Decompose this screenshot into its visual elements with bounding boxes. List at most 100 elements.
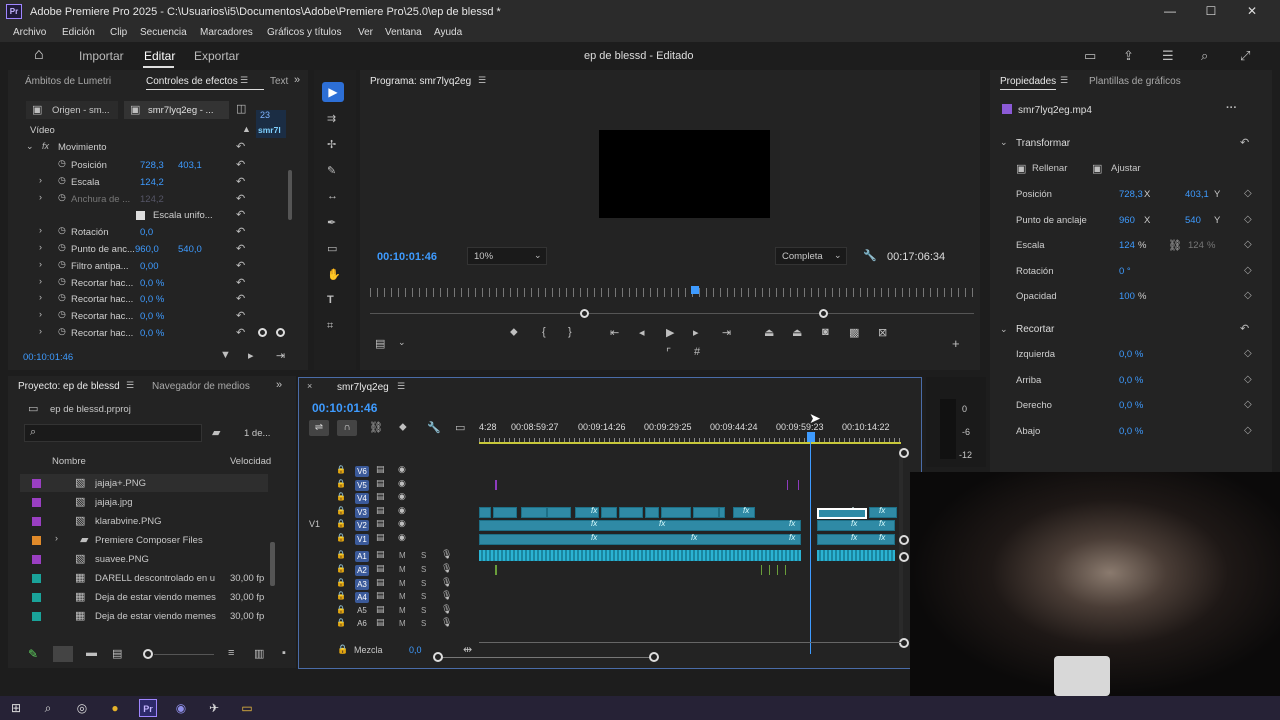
reset-icon[interactable]: ↶ xyxy=(236,140,245,153)
insert-nest-icon[interactable]: ⇌ xyxy=(309,420,329,436)
import-tab[interactable]: Importar xyxy=(79,49,124,63)
track-lock-icon[interactable]: 🔒 xyxy=(336,578,346,587)
premiere-icon[interactable]: Pr xyxy=(139,699,157,717)
effect-param-value-2[interactable]: 403,1 xyxy=(178,160,202,171)
track-lock-icon[interactable]: 🔒 xyxy=(336,519,346,528)
fill-icon[interactable]: ▣ xyxy=(1016,162,1026,175)
play-only-icon[interactable]: ▸ xyxy=(248,349,254,362)
sync-lock-icon[interactable]: ▤ xyxy=(376,505,385,516)
menu-clip[interactable]: Clip xyxy=(110,27,127,38)
stopwatch-icon[interactable]: ◷ xyxy=(58,192,66,203)
copilot-icon[interactable]: ◎ xyxy=(73,699,91,717)
fullscreen-icon[interactable]: ⤢ xyxy=(1240,48,1250,64)
crop-value[interactable]: 0,0 % xyxy=(1119,426,1143,437)
video-clip[interactable] xyxy=(479,534,801,545)
safe-margins-icon[interactable]: ⌜ xyxy=(666,346,671,359)
reset-icon[interactable]: ↶ xyxy=(236,292,245,305)
effect-param-value[interactable]: 0,0 % xyxy=(140,278,164,289)
mute-button[interactable]: M xyxy=(399,606,406,615)
settings-icon[interactable]: ▤ xyxy=(375,337,385,350)
stopwatch-icon[interactable]: ◷ xyxy=(58,242,66,253)
scroll-handle-audio[interactable] xyxy=(899,552,909,562)
project-scrollbar[interactable] xyxy=(270,542,275,586)
keyframe-icon[interactable]: ◇ xyxy=(1244,374,1252,385)
property-value-2[interactable]: 540 xyxy=(1185,215,1201,226)
more-tabs-icon[interactable]: » xyxy=(294,74,300,86)
program-zoom-bar[interactable] xyxy=(370,313,974,314)
stopwatch-icon[interactable]: ◷ xyxy=(58,158,66,169)
track-lock-icon[interactable]: 🔒 xyxy=(336,492,346,501)
stopwatch-icon[interactable]: ◷ xyxy=(58,326,66,337)
linked-selection-icon[interactable]: ⛓ xyxy=(369,421,383,434)
close-button[interactable]: ✕ xyxy=(1242,4,1262,20)
effect-param-value[interactable]: 960,0 xyxy=(135,244,159,255)
effect-param-value[interactable]: 124,2 xyxy=(140,194,164,205)
sort-icon[interactable]: ≡ xyxy=(228,647,234,659)
program-timecode[interactable]: 00:10:01:46 xyxy=(377,251,437,263)
file-explorer-icon[interactable]: ▭ xyxy=(238,699,256,717)
keyframe-icon[interactable]: ◇ xyxy=(1244,425,1252,436)
scroll-handle[interactable] xyxy=(258,328,267,337)
property-value-2[interactable]: 403,1 xyxy=(1185,189,1209,200)
tab-graphics-templates[interactable]: Plantillas de gráficos xyxy=(1089,76,1181,87)
mark-out-icon[interactable]: } xyxy=(568,326,572,338)
video-clip[interactable] xyxy=(479,507,491,518)
track-lock-icon[interactable]: 🔒 xyxy=(336,465,346,474)
eye-icon[interactable]: ◉ xyxy=(398,491,406,502)
sync-lock-icon[interactable]: ▤ xyxy=(376,532,385,543)
sync-lock-icon[interactable]: ▤ xyxy=(376,604,385,615)
sync-lock-icon[interactable]: ▤ xyxy=(376,549,385,560)
track-target-v1[interactable]: V1 xyxy=(355,534,369,545)
video-clip[interactable] xyxy=(693,507,719,518)
expand-icon[interactable]: › xyxy=(39,292,42,302)
program-playhead[interactable] xyxy=(691,286,699,294)
reset-icon[interactable]: ↶ xyxy=(236,175,245,188)
property-value[interactable]: 960 xyxy=(1119,215,1135,226)
list-item[interactable]: ▦ Deja de estar viendo memes 30,00 fp xyxy=(20,607,268,625)
scroll-handle[interactable] xyxy=(276,328,285,337)
hand-tool-icon[interactable]: ✋ xyxy=(327,268,341,281)
menu-ventana[interactable]: Ventana xyxy=(385,27,422,38)
discord-icon[interactable]: ◉ xyxy=(172,699,190,717)
more-options-icon[interactable]: ··· xyxy=(1226,102,1237,114)
toggle-timeline-icon[interactable]: ◫ xyxy=(236,102,246,115)
wrench-icon[interactable]: 🔧 xyxy=(863,249,877,262)
uniform-scale-checkbox[interactable] xyxy=(136,211,145,221)
scene-edit-tool-icon[interactable]: ⌗ xyxy=(327,320,333,333)
list-item[interactable]: ▧ jajaja+.PNG xyxy=(20,474,268,492)
microphone-icon[interactable]: 🎙 xyxy=(441,617,452,628)
sync-lock-icon[interactable]: ▤ xyxy=(376,590,385,601)
chrome-icon[interactable]: ● xyxy=(106,699,124,717)
audio-clip[interactable] xyxy=(817,550,895,561)
export-tab[interactable]: Exportar xyxy=(194,49,239,63)
mix-value[interactable]: 0,0 xyxy=(409,645,422,655)
microphone-icon[interactable]: 🎙 xyxy=(441,549,452,560)
solo-button[interactable]: S xyxy=(421,565,426,574)
track-target-v4[interactable]: V4 xyxy=(355,493,369,504)
eye-icon[interactable]: ◉ xyxy=(398,532,406,543)
close-tab-icon[interactable]: × xyxy=(307,381,312,391)
fill-label[interactable]: Rellenar xyxy=(1032,163,1067,174)
proxy-icon[interactable]: ⊠ xyxy=(878,326,887,339)
video-clip[interactable] xyxy=(619,507,643,518)
video-clip[interactable] xyxy=(521,507,547,518)
edit-pencil-icon[interactable]: ✎ xyxy=(28,647,38,661)
track-target-a5[interactable]: A5 xyxy=(355,606,369,615)
track-target-a3[interactable]: A3 xyxy=(355,579,369,590)
effect-param-value[interactable]: 0,0 xyxy=(140,227,153,238)
track-lock-icon[interactable]: 🔒 xyxy=(336,591,346,600)
track-target-a2[interactable]: A2 xyxy=(355,565,369,576)
microphone-icon[interactable]: 🎙 xyxy=(441,577,452,588)
list-item[interactable]: ▧ jajaja.jpg xyxy=(20,493,268,511)
automate-icon[interactable]: ▥ xyxy=(254,647,264,660)
reset-icon[interactable]: ↶ xyxy=(236,158,245,171)
column-rate[interactable]: Velocidad xyxy=(230,456,271,467)
scroll-handle-top[interactable] xyxy=(899,448,909,458)
timeline-zoom-right[interactable] xyxy=(649,652,659,662)
video-clip[interactable] xyxy=(719,507,725,518)
track-lock-icon[interactable]: 🔒 xyxy=(336,550,346,559)
track-target-a4[interactable]: A4 xyxy=(355,592,369,603)
tab-menu-icon[interactable]: ☰ xyxy=(240,75,248,86)
menu-marcadores[interactable]: Marcadores xyxy=(200,27,253,38)
link-icon[interactable]: ⛓ xyxy=(1168,239,1182,252)
